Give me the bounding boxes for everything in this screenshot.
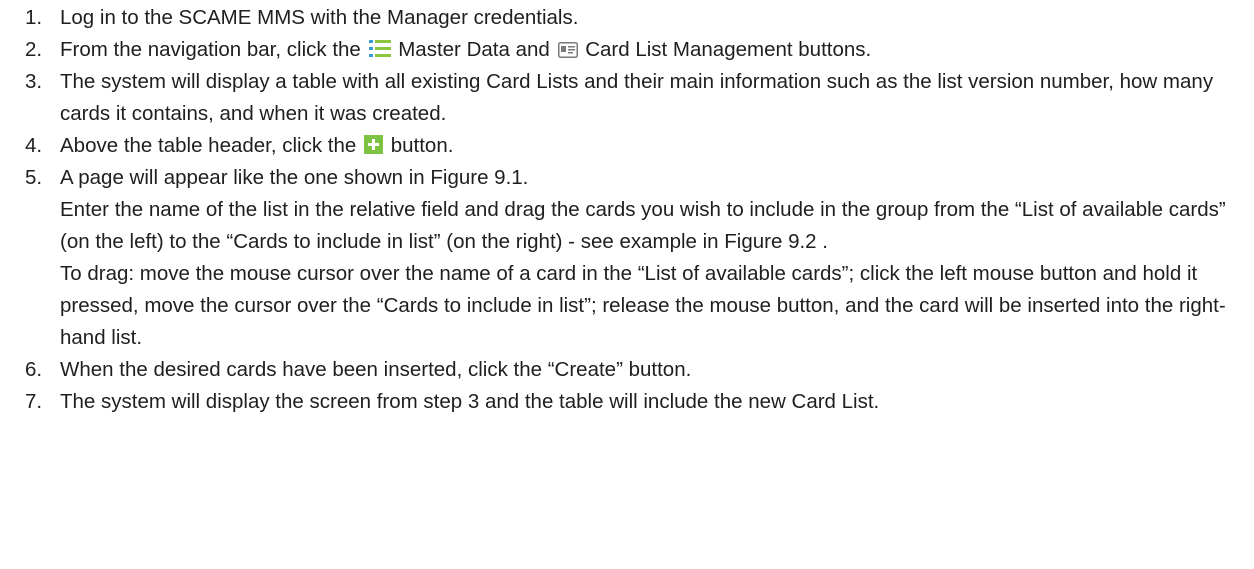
step-number: 5. <box>25 166 43 189</box>
list-icon <box>368 39 391 58</box>
step-number: 6. <box>25 358 43 381</box>
step-text: Log in to the SCAME MMS with the Manager… <box>60 6 579 29</box>
step-6: 6. When the desired cards have been inse… <box>0 354 1254 386</box>
step-text: A page will appear like the one shown in… <box>60 166 529 189</box>
step-text-before: Above the table header, click the <box>60 134 357 157</box>
step-number: 4. <box>25 134 43 157</box>
step-3: 3. The system will display a table with … <box>0 66 1254 130</box>
step-7: 7. The system will display the screen fr… <box>0 386 1254 418</box>
step-text-after: Card List Management buttons. <box>585 38 872 61</box>
step-4: 4. Above the table header, click the but… <box>0 130 1254 162</box>
plus-icon <box>364 135 384 154</box>
step-text-mid: Master Data and <box>398 38 550 61</box>
procedure-steps-list: 1. Log in to the SCAME MMS with the Mana… <box>0 2 1254 418</box>
step-number: 2. <box>25 38 43 61</box>
step-paragraph-3: To drag: move the mouse cursor over the … <box>60 262 1226 349</box>
step-paragraph-2: Enter the name of the list in the relati… <box>60 198 1226 253</box>
step-text: The system will display the screen from … <box>60 390 880 413</box>
step-text: The system will display a table with all… <box>60 70 1214 125</box>
step-1: 1. Log in to the SCAME MMS with the Mana… <box>0 2 1254 34</box>
step-text: When the desired cards have been inserte… <box>60 358 692 381</box>
step-text-before: From the navigation bar, click the <box>60 38 361 61</box>
step-number: 7. <box>25 390 43 413</box>
step-2: 2. From the navigation bar, click the Ma… <box>0 34 1254 66</box>
card-icon <box>557 42 578 58</box>
step-text-after: button. <box>390 134 454 157</box>
step-5: 5. A page will appear like the one shown… <box>0 162 1254 354</box>
step-number: 1. <box>25 6 43 29</box>
document-page: 1. Log in to the SCAME MMS with the Mana… <box>0 0 1254 569</box>
step-number: 3. <box>25 70 43 93</box>
